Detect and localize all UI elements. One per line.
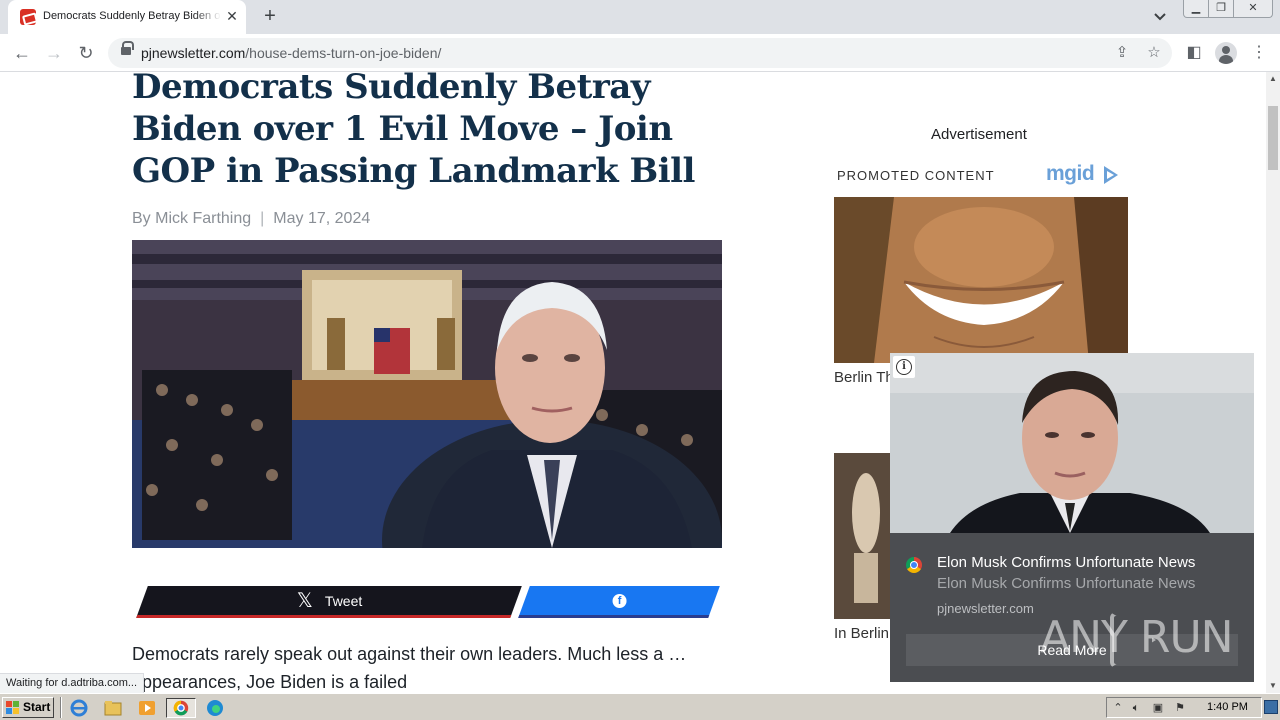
new-tab-button[interactable]: + [258,5,282,29]
close-tab-icon[interactable]: ✕ [224,8,240,24]
windows-logo-icon [6,701,20,714]
windows-taskbar: Start ⌃ 🔈︎ ▣ ⚑ 1:40 PM [0,693,1280,720]
tab-title: Democrats Suddenly Betray Biden over 1 E… [43,10,221,22]
back-icon[interactable]: ← [9,40,35,66]
tab-search-icon[interactable] [1150,8,1170,26]
address-bar[interactable]: pjnewsletter.com/house-dems-turn-on-joe-… [108,38,1172,68]
article-body: Democrats rarely speak out against their… [132,644,687,692]
adchoices-icon[interactable] [1104,166,1118,184]
status-bubble: Waiting for d.adtriba.com... [0,673,145,693]
chrome-taskbar-icon[interactable] [166,698,196,718]
ad-image-smile[interactable] [834,197,1128,363]
side-panel-icon[interactable]: ◧ [1183,42,1205,64]
facebook-share-button[interactable]: f [518,586,720,618]
popup-subtitle: Elon Musk Confirms Unfortunate News [937,575,1196,592]
url-text[interactable]: pjnewsletter.com/house-dems-turn-on-joe-… [141,45,441,61]
menu-kebab-icon[interactable]: ⋮ [1248,42,1270,64]
info-icon[interactable]: i [893,356,915,378]
page-viewport: Democrats Suddenly Betray Biden over 1 E… [0,72,1266,693]
forward-icon[interactable]: → [41,40,67,66]
tweet-button[interactable]: 𝕏 Tweet [136,586,522,618]
scrollbar-thumb[interactable] [1268,106,1278,170]
author[interactable]: By Mick Farthing [132,210,251,227]
media-player-icon[interactable] [136,698,158,718]
article-headline: Democrats Suddenly Betray Biden over 1 E… [132,72,695,191]
page-scrollbar[interactable]: ▲ ▼ [1266,72,1280,693]
chrome-icon [906,557,922,573]
minimize-button[interactable]: ▁ [1183,0,1209,18]
tab-strip: Democrats Suddenly Betray Biden over 1 E… [0,0,1280,34]
x-logo-icon: 𝕏 [296,589,313,612]
facebook-icon: f [612,593,627,608]
popup-site: pjnewsletter.com [937,601,1034,616]
anyrun-watermark: ANY RUN [1040,612,1234,663]
tray-expand-icon[interactable]: ⌃ [1111,701,1125,715]
volume-icon[interactable]: 🔈︎ [1129,701,1143,715]
site-favicon-icon [20,9,36,25]
advertisement-label: Advertisement [931,126,1027,143]
reload-icon[interactable]: ↻ [73,40,99,66]
byline: By Mick Farthing | May 17, 2024 [132,210,371,227]
share-icon[interactable]: ⇪ [1112,43,1132,63]
popup-photo [890,353,1254,533]
close-window-button[interactable]: ✕ [1233,0,1273,18]
bookmark-star-icon[interactable]: ☆ [1144,43,1164,63]
edge-icon[interactable] [204,698,226,718]
active-tab[interactable]: Democrats Suddenly Betray Biden over 1 E… [8,0,246,34]
lock-icon[interactable] [121,41,134,55]
action-center-flag-icon[interactable]: ⚑ [1173,701,1187,715]
system-tray: ⌃ 🔈︎ ▣ ⚑ 1:40 PM [1106,697,1262,718]
file-explorer-icon[interactable] [102,698,124,718]
scroll-down-icon[interactable]: ▼ [1266,679,1280,693]
network-icon[interactable]: ▣ [1151,701,1165,715]
mgid-logo[interactable]: mgid [1046,162,1095,186]
promoted-content-label: PROMOTED CONTENT [837,168,995,183]
internet-explorer-icon[interactable] [68,698,90,718]
show-desktop-icon[interactable] [1264,700,1278,714]
clock[interactable]: 1:40 PM [1207,701,1248,713]
browser-toolbar: ← → ↻ pjnewsletter.com/house-dems-turn-o… [0,34,1280,72]
start-button[interactable]: Start [2,697,54,718]
profile-avatar[interactable] [1215,42,1237,64]
scroll-up-icon[interactable]: ▲ [1266,72,1280,86]
restore-button[interactable]: ❐ [1208,0,1234,18]
publish-date: May 17, 2024 [273,210,371,227]
popup-title[interactable]: Elon Musk Confirms Unfortunate News [937,554,1195,571]
hero-image [132,240,722,548]
